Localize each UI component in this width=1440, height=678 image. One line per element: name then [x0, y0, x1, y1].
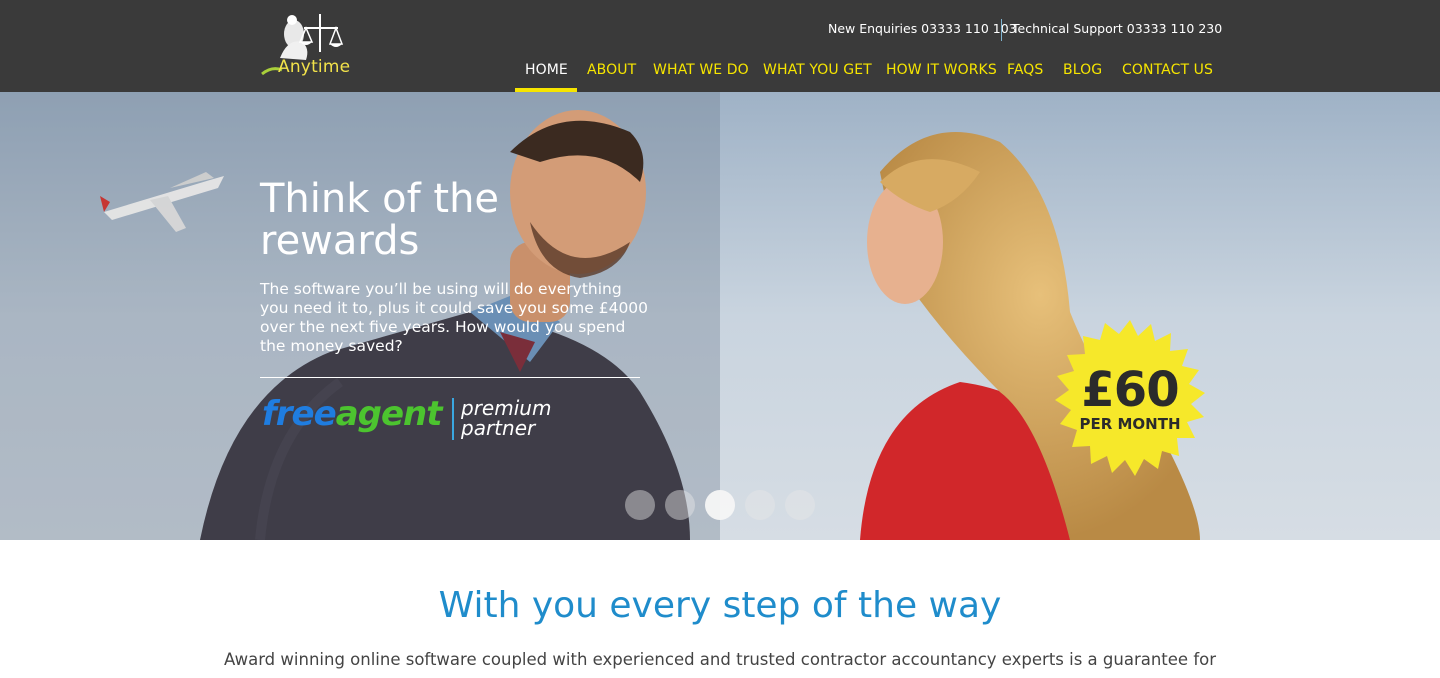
nav-item-blog[interactable]: BLOG: [1063, 62, 1102, 78]
premium-partner-text: premium partner: [461, 398, 551, 438]
technical-support-phone[interactable]: Technical Support 03333 110 230: [1012, 21, 1222, 36]
slider-dot-4[interactable]: [745, 490, 775, 520]
freeagent-agent-text: agent: [335, 394, 443, 434]
site-header: Anytime New Enquiries 03333 110 103 Tech…: [0, 0, 1440, 92]
badge-price: £60: [1081, 362, 1179, 418]
nav-item-contact-us[interactable]: CONTACT US: [1122, 62, 1213, 78]
nav-item-what-we-do[interactable]: WHAT WE DO: [653, 62, 749, 78]
hero-background-image: [0, 92, 1440, 540]
freeagent-logo[interactable]: freeagent: [262, 394, 442, 434]
nav-item-faqs[interactable]: FAQS: [1007, 62, 1043, 78]
hero-slider: Think of the rewards The software you’ll…: [0, 92, 1440, 540]
nav-item-about[interactable]: ABOUT: [587, 62, 636, 78]
hero-title: Think of the rewards: [260, 176, 500, 264]
partner-divider: [452, 398, 454, 440]
nav-item-home[interactable]: HOME: [525, 62, 568, 78]
intro-text: Award winning online software coupled wi…: [223, 650, 1217, 669]
logo-text[interactable]: Anytime: [278, 57, 350, 77]
partner-text: partner: [461, 416, 536, 440]
slider-dot-2[interactable]: [665, 490, 695, 520]
slider-dot-5[interactable]: [785, 490, 815, 520]
contact-divider: [1001, 19, 1002, 41]
nav-item-how-it-works[interactable]: HOW IT WORKS: [886, 62, 997, 78]
slider-dot-1[interactable]: [625, 490, 655, 520]
nav-item-what-you-get[interactable]: WHAT YOU GET: [763, 62, 872, 78]
premium-text: premium: [461, 396, 552, 420]
intro-title: With you every step of the way: [438, 585, 1002, 626]
hero-body-text: The software you’ll be using will do eve…: [260, 280, 649, 355]
slider-dot-3[interactable]: [705, 490, 735, 520]
badge-per-month: PER MONTH: [1079, 415, 1181, 433]
hero-divider: [260, 377, 640, 378]
freeagent-free-text: free: [262, 394, 337, 434]
new-enquiries-phone[interactable]: New Enquiries 03333 110 103: [828, 21, 1017, 36]
